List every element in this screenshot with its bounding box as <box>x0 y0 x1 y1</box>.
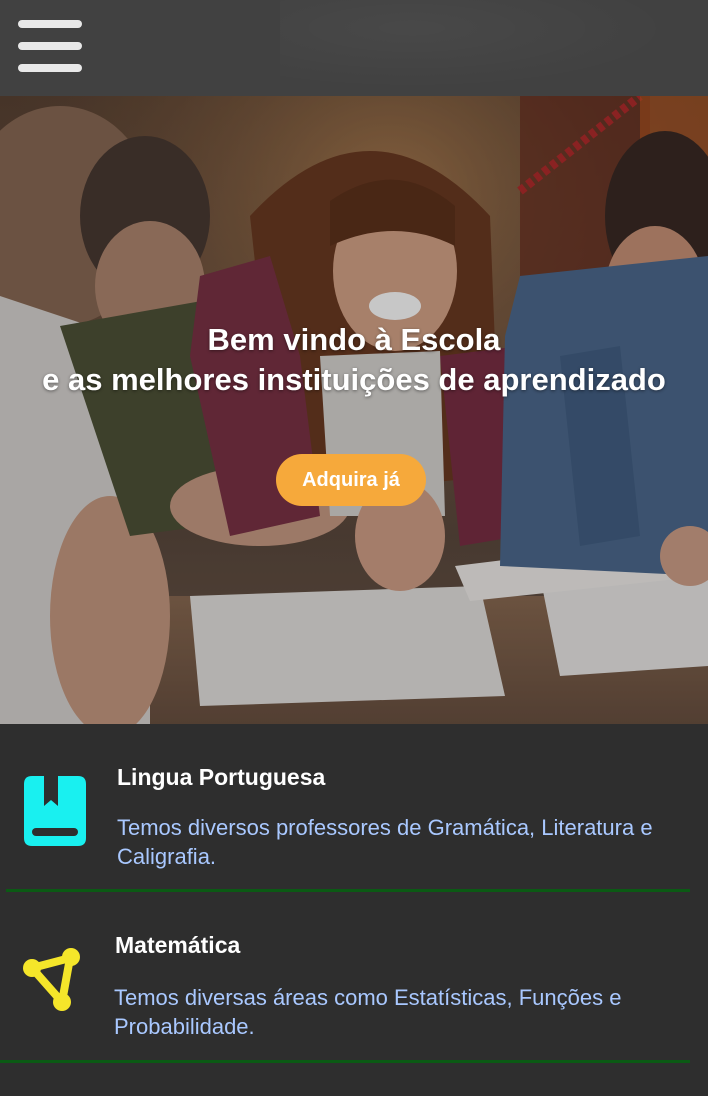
hero-title-line-2: e as melhores instituições de aprendizad… <box>42 362 666 397</box>
subject-description: Temos diversas áreas como Estatísticas, … <box>114 985 622 1039</box>
triangle-nodes-icon <box>23 948 80 1011</box>
subject-card-portuguese[interactable]: Lingua Portuguesa Temos diversos profess… <box>0 724 708 892</box>
hero-title: Bem vindo à Escola e as melhores institu… <box>0 320 708 400</box>
hamburger-menu-icon[interactable] <box>18 18 82 76</box>
top-bar <box>0 0 708 100</box>
hero-banner: Bem vindo à Escola e as melhores institu… <box>0 96 708 724</box>
subject-card-math[interactable]: Matemática Temos diversas áreas como Est… <box>0 892 708 1063</box>
divider <box>0 1060 690 1063</box>
subject-title: Matemática <box>115 932 241 958</box>
header-decoration <box>280 0 708 100</box>
book-icon <box>24 776 86 846</box>
hero-photo <box>0 96 708 724</box>
buy-now-button[interactable]: Adquira já <box>276 454 426 506</box>
subject-description: Temos diversos professores de Gramática,… <box>117 815 653 869</box>
subject-title: Lingua Portuguesa <box>117 764 326 790</box>
hero-title-line-1: Bem vindo à Escola <box>207 322 501 357</box>
